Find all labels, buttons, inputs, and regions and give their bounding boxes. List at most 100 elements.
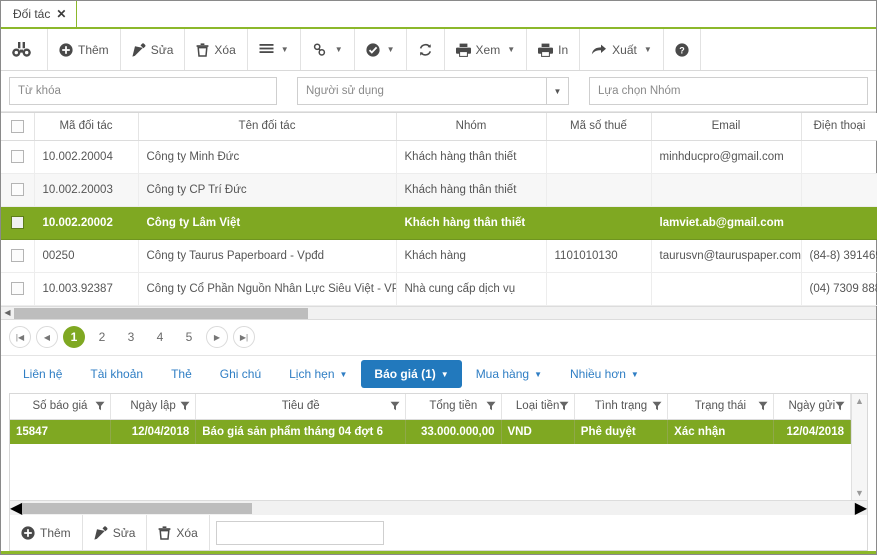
first-page-icon: |◀ — [15, 332, 25, 342]
column-header-group[interactable]: Nhóm — [396, 113, 547, 141]
check-circle-icon — [366, 42, 380, 57]
column-header-total[interactable]: Tổng tiền — [405, 393, 502, 420]
document-tab-doi-tac[interactable]: Đối tác ✕ — [1, 1, 78, 27]
pagination-last-button[interactable]: ▶| — [233, 326, 255, 348]
tab-lien-he[interactable]: Liên hệ — [9, 361, 76, 387]
tab-lich-hen[interactable]: Lịch hẹn ▼ — [275, 361, 361, 387]
row-checkbox-cell[interactable] — [1, 173, 35, 207]
row-checkbox[interactable] — [10, 216, 24, 229]
column-header-tax[interactable]: Mã số thuế — [546, 113, 652, 141]
quote-delete-button[interactable]: Xóa — [147, 515, 210, 550]
filter-icon[interactable] — [758, 401, 768, 411]
table-row[interactable]: 10.002.20004 Công ty Minh Đức Khách hàng… — [1, 140, 877, 174]
row-checkbox[interactable] — [10, 183, 24, 196]
pagination-prev-button[interactable]: ◀ — [36, 326, 58, 348]
toolbar-export-button[interactable]: Xuất ▼ — [580, 29, 664, 70]
pagination-next-button[interactable]: ▶ — [206, 326, 228, 348]
quote-add-button[interactable]: Thêm — [10, 515, 83, 550]
tab-the[interactable]: Thẻ — [157, 361, 206, 387]
column-header-quote-no[interactable]: Số báo giá — [10, 393, 111, 420]
column-header-email[interactable]: Email — [651, 113, 802, 141]
pagination-page-5[interactable]: 5 — [177, 326, 201, 348]
pagination-page-2[interactable]: 2 — [90, 326, 114, 348]
select-all-checkbox[interactable] — [10, 119, 24, 133]
pagination-page-3[interactable]: 3 — [119, 326, 143, 348]
column-header-title[interactable]: Tiêu đề — [195, 393, 407, 420]
table-row[interactable]: 00250 Công ty Taurus Paperboard - Vpđd K… — [1, 239, 877, 273]
quote-search-input[interactable] — [215, 520, 384, 545]
toolbar-link-button[interactable]: ▼ — [301, 29, 355, 70]
column-header-condition[interactable]: Tình trạng — [574, 393, 669, 420]
scroll-up-arrow-icon[interactable]: ▲ — [855, 396, 864, 406]
toolbar-print-button[interactable]: In — [527, 29, 581, 70]
scrollbar-track[interactable] — [22, 502, 854, 514]
table-row-selected[interactable]: 15847 12/04/2018 Báo giá sản phẩm tháng … — [10, 419, 851, 444]
row-checkbox[interactable] — [10, 150, 24, 163]
filter-icon[interactable] — [652, 401, 662, 411]
toolbar-view-button[interactable]: Xem ▼ — [445, 29, 528, 70]
tab-tai-khoan[interactable]: Tài khoản — [76, 361, 157, 387]
filter-icon[interactable] — [559, 401, 569, 411]
filter-icon[interactable] — [95, 401, 105, 411]
pagination-page-4[interactable]: 4 — [148, 326, 172, 348]
row-checkbox-cell[interactable] — [1, 239, 35, 273]
filter-icon[interactable] — [180, 401, 190, 411]
partner-grid-horizontal-scrollbar[interactable]: ◀ — [1, 305, 876, 320]
chevron-down-icon[interactable]: ▼ — [546, 78, 568, 104]
select-all-header[interactable] — [1, 113, 35, 141]
row-checkbox-cell[interactable] — [1, 140, 35, 174]
column-header-date-created[interactable]: Ngày lập — [110, 393, 197, 420]
pencil-icon — [94, 525, 108, 540]
quote-grid-horizontal-scrollbar[interactable]: ◀ ▶ — [9, 500, 868, 517]
document-tab-label: Đối tác — [13, 7, 51, 21]
toolbar-approve-button[interactable]: ▼ — [355, 29, 407, 70]
column-header-date-sent[interactable]: Ngày gửi — [773, 393, 851, 420]
quote-actions-toolbar: Thêm Sửa Xóa — [9, 515, 868, 551]
cell-email: minhducpro@gmail.com — [651, 140, 802, 174]
column-header-name[interactable]: Tên đối tác — [138, 113, 397, 141]
chevron-down-icon: ▼ — [534, 369, 542, 379]
row-checkbox-cell[interactable] — [1, 206, 35, 240]
tab-nhieu-hon[interactable]: Nhiều hơn ▼ — [556, 361, 653, 387]
quote-grid-vertical-scrollbar[interactable]: ▲ ▼ — [851, 393, 867, 500]
user-select-dropdown[interactable]: Người sử dụng ▼ — [297, 77, 569, 105]
toolbar-add-button[interactable]: Thêm — [48, 29, 121, 70]
group-select-input[interactable]: Lựa chọn Nhóm — [589, 77, 868, 105]
row-checkbox-cell[interactable] — [1, 272, 35, 306]
toolbar-refresh-button[interactable] — [407, 29, 445, 70]
pagination-first-button[interactable]: |◀ — [9, 326, 31, 348]
scroll-down-arrow-icon[interactable]: ▼ — [855, 488, 864, 498]
tab-ghi-chu[interactable]: Ghi chú — [206, 361, 275, 387]
column-header-phone[interactable]: Điện thoại — [801, 113, 877, 141]
column-header-status[interactable]: Trạng thái — [667, 393, 774, 420]
row-checkbox[interactable] — [10, 249, 24, 262]
scrollbar-thumb[interactable] — [14, 307, 308, 319]
table-row[interactable]: 10.003.92387 Công ty Cổ Phần Nguồn Nhân … — [1, 272, 877, 306]
partner-grid-table: Mã đối tác Tên đối tác Nhóm Mã số thuế E… — [1, 113, 877, 306]
filter-icon[interactable] — [486, 401, 496, 411]
table-row[interactable]: 10.002.20003 Công ty CP Trí Đức Khách hà… — [1, 173, 877, 207]
tab-bao-gia[interactable]: Báo giá (1) ▼ — [361, 360, 462, 388]
filter-icon[interactable] — [835, 401, 845, 411]
tab-mua-hang[interactable]: Mua hàng ▼ — [462, 361, 556, 387]
chevron-down-icon: ▼ — [280, 45, 289, 54]
row-checkbox[interactable] — [10, 282, 24, 295]
toolbar-delete-button[interactable]: Xóa — [185, 29, 248, 70]
filter-icon[interactable] — [390, 401, 400, 411]
pagination-page-1[interactable]: 1 — [63, 326, 85, 348]
scrollbar-thumb[interactable] — [22, 503, 253, 514]
close-icon[interactable]: ✕ — [56, 8, 66, 20]
table-row-selected[interactable]: 10.002.20002 Công ty Lâm Việt Khách hàng… — [1, 206, 877, 240]
column-header-code[interactable]: Mã đối tác — [34, 113, 139, 141]
scrollbar-track[interactable] — [14, 307, 876, 319]
scroll-left-arrow-icon[interactable]: ◀ — [1, 308, 14, 317]
header-label: Tình trạng — [594, 400, 648, 413]
toolbar-search-button[interactable] — [1, 29, 48, 70]
column-header-currency[interactable]: Loại tiền — [501, 393, 575, 420]
keyword-search-input[interactable]: Từ khóa — [9, 77, 277, 105]
toolbar-edit-button[interactable]: Sửa — [121, 29, 186, 70]
toolbar-menu-button[interactable]: ▼ — [248, 29, 301, 70]
quote-edit-button[interactable]: Sửa — [83, 515, 148, 550]
toolbar-help-button[interactable]: ? — [664, 29, 701, 70]
quote-delete-label: Xóa — [176, 525, 198, 540]
